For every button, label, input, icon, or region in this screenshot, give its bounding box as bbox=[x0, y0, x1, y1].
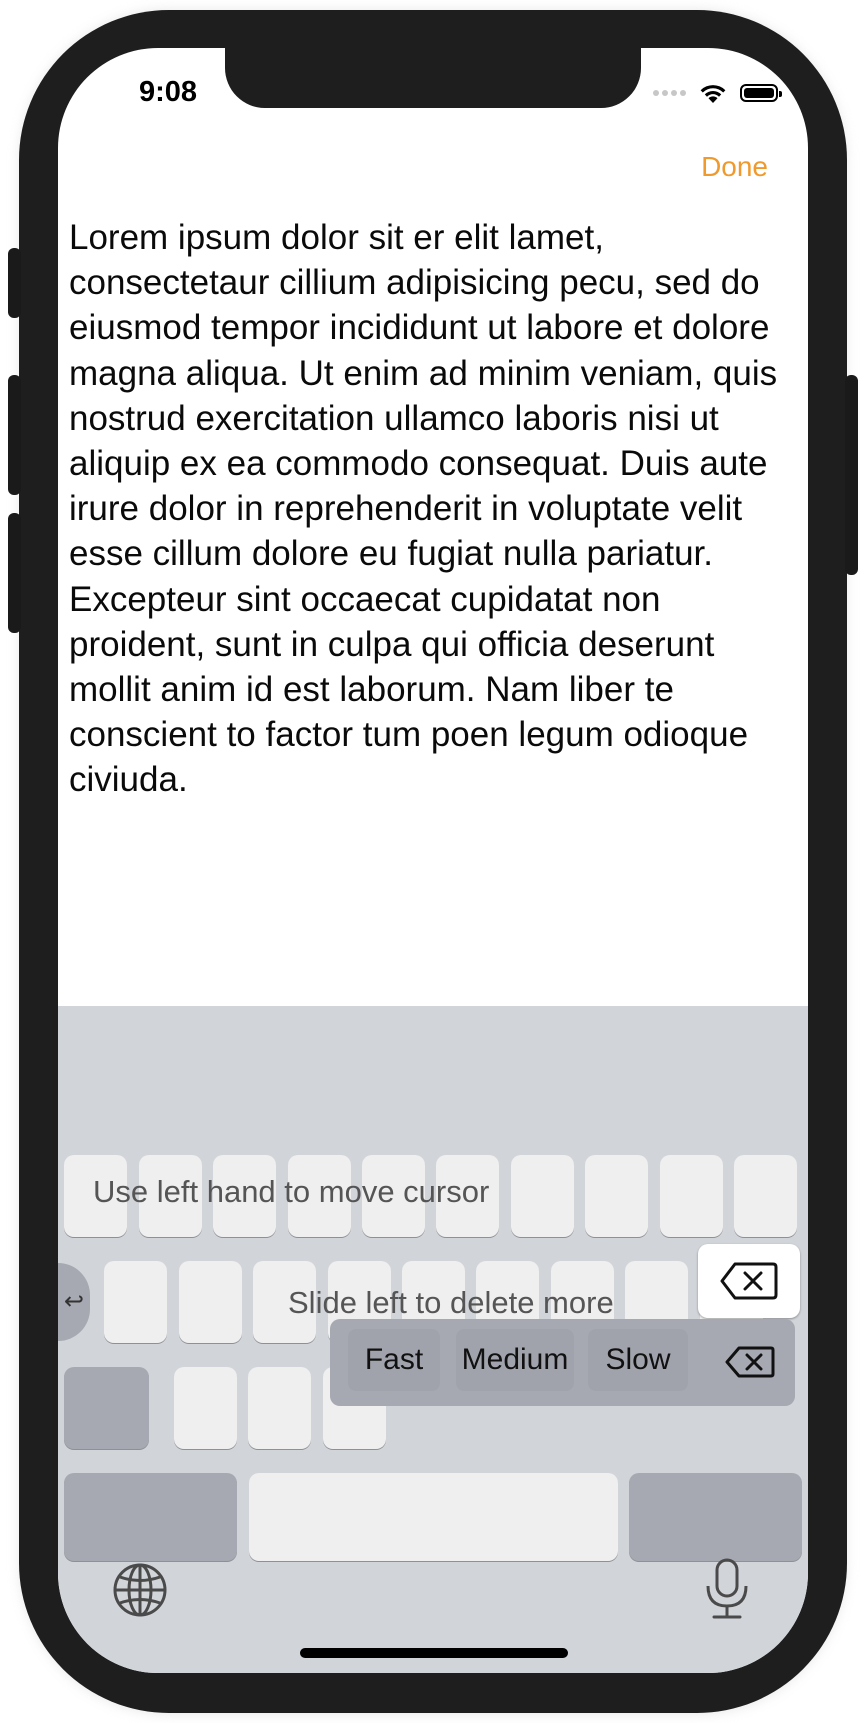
delete-popup[interactable] bbox=[698, 1244, 800, 1318]
notch bbox=[225, 48, 641, 108]
key[interactable] bbox=[734, 1155, 797, 1237]
undo-tab[interactable]: ↩ bbox=[58, 1263, 90, 1341]
battery-icon bbox=[740, 84, 782, 102]
volume-up-button bbox=[8, 375, 21, 495]
delete-hint: Slide left to delete more bbox=[288, 1285, 614, 1320]
microphone-icon[interactable] bbox=[702, 1558, 752, 1620]
wifi-icon bbox=[700, 85, 726, 103]
return-key[interactable] bbox=[629, 1473, 802, 1561]
key[interactable] bbox=[511, 1155, 574, 1237]
delete-icon bbox=[720, 1262, 778, 1300]
status-icons bbox=[653, 78, 782, 108]
mute-switch bbox=[8, 248, 21, 318]
delete-icon[interactable] bbox=[725, 1345, 775, 1379]
phone-screen: 9:08 Done Lorem ipsum dolor sit er elit … bbox=[58, 48, 808, 1673]
done-button[interactable]: Done bbox=[701, 151, 768, 183]
shift-key[interactable] bbox=[64, 1367, 149, 1449]
text-view[interactable]: Lorem ipsum dolor sit er elit lamet, con… bbox=[69, 215, 804, 803]
speed-medium-option[interactable]: Medium bbox=[456, 1329, 574, 1391]
key[interactable] bbox=[585, 1155, 648, 1237]
status-time: 9:08 bbox=[138, 76, 198, 108]
numbers-key[interactable] bbox=[64, 1473, 237, 1561]
power-button bbox=[845, 375, 858, 575]
key[interactable] bbox=[660, 1155, 723, 1237]
cursor-hint: Use left hand to move cursor bbox=[93, 1174, 490, 1209]
speed-fast-option[interactable]: Fast bbox=[348, 1329, 440, 1391]
speed-slow-option[interactable]: Slow bbox=[588, 1329, 688, 1391]
globe-icon[interactable] bbox=[112, 1562, 168, 1618]
volume-down-button bbox=[8, 513, 21, 633]
key[interactable] bbox=[179, 1261, 242, 1343]
home-indicator bbox=[300, 1648, 568, 1658]
key[interactable] bbox=[104, 1261, 167, 1343]
key[interactable] bbox=[248, 1367, 311, 1449]
signal-icon bbox=[653, 90, 686, 96]
space-key[interactable] bbox=[249, 1473, 618, 1561]
undo-icon: ↩ bbox=[64, 1288, 85, 1315]
delete-speed-bar: Fast Medium Slow bbox=[330, 1319, 795, 1406]
key[interactable] bbox=[174, 1367, 237, 1449]
